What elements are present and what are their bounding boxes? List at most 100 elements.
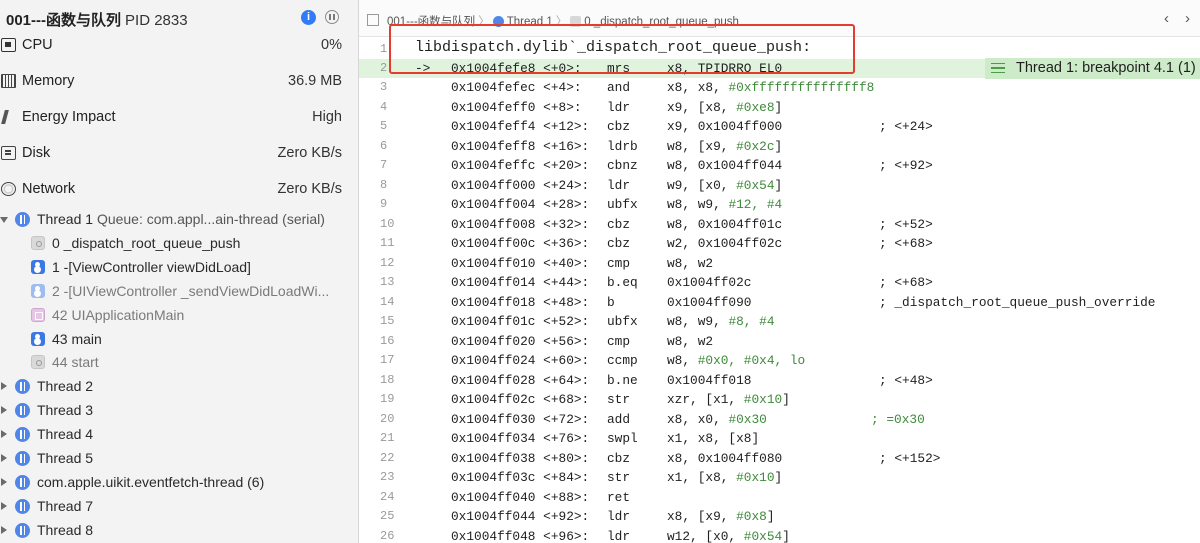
disclosure-triangle-icon[interactable]: [1, 454, 7, 462]
operands: x8, x0, #0x30: [667, 411, 767, 427]
info-icon[interactable]: i: [301, 10, 316, 25]
stack-frame-row[interactable]: 42 UIApplicationMain: [0, 304, 358, 328]
instruction-address: 0x1004ff024 <+60>:: [451, 353, 590, 368]
gauge-energy[interactable]: Energy Impact High: [0, 103, 358, 139]
line-number: 7: [380, 158, 388, 172]
related-items-icon[interactable]: [367, 14, 379, 26]
instruction-line[interactable]: 12 0x1004ff010 <+40>: cmp w8, w2: [359, 254, 1200, 274]
disclosure-triangle-icon[interactable]: [1, 382, 7, 391]
line-number: 20: [380, 411, 395, 426]
instruction-line[interactable]: 26 0x1004ff048 <+96>: ldr w12, [x0, #0x54]: [359, 527, 1200, 543]
operands: 0x1004ff018: [667, 372, 752, 388]
chevron-right-icon[interactable]: ›: [1185, 10, 1190, 27]
breakpoint-text: Thread 1: breakpoint 4.1 (1): [1016, 60, 1196, 76]
mnemonic: cbz: [607, 450, 631, 466]
thread-row[interactable]: Thread 8: [0, 519, 358, 543]
mnemonic: cbz: [607, 216, 631, 232]
mnemonic: and: [607, 80, 631, 95]
gauge-disk[interactable]: Disk Zero KB/s: [0, 139, 358, 175]
gauge-value: 36.9 MB: [288, 73, 342, 89]
annotation-box: [389, 24, 855, 74]
operands: 0x1004ff02c: [667, 275, 752, 290]
breakpoint-badge[interactable]: Thread 1: breakpoint 4.1 (1): [985, 58, 1200, 79]
comment: ; <+52>: [879, 216, 933, 232]
disclosure-triangle-icon[interactable]: [0, 217, 8, 223]
immediate-value: #0x10: [743, 392, 783, 407]
operands: xzr, [x1, #0x10]: [667, 392, 790, 407]
instruction-address: 0x1004feff0 <+8>:: [451, 99, 582, 115]
thread-row[interactable]: Thread 1 Queue: com.appl...ain-thread (s…: [0, 208, 358, 232]
disclosure-triangle-icon[interactable]: [1, 406, 7, 415]
disclosure-triangle-icon[interactable]: [1, 525, 7, 534]
instruction-line[interactable]: 8 0x1004ff000 <+24>: ldr w9, [x0, #0x54]: [359, 176, 1200, 196]
instruction-line[interactable]: 18 0x1004ff028 <+64>: b.ne 0x1004ff018 ; <+4…: [359, 371, 1200, 391]
thread-row[interactable]: Thread 7: [0, 495, 358, 519]
frame-label: 1 -[ViewController viewDidLoad]: [52, 258, 251, 275]
instruction-line[interactable]: 5 0x1004feff4 <+12>: cbz x9, 0x1004ff000 ; <…: [359, 117, 1200, 137]
mnemonic: ccmp: [607, 353, 638, 368]
instruction-address: 0x1004ff018 <+48>:: [451, 294, 590, 310]
cpu-icon: [1, 38, 16, 52]
process-pid: PID 2833: [125, 12, 188, 29]
line-number: 17: [380, 353, 395, 367]
instruction-line[interactable]: 19 0x1004ff02c <+68>: str xzr, [x1, #0x10]: [359, 390, 1200, 410]
stack-frame-row[interactable]: 43 main: [0, 328, 358, 352]
instruction-address: 0x1004ff028 <+64>:: [451, 372, 590, 388]
instruction-address: 0x1004ff000 <+24>:: [451, 177, 590, 193]
thread-icon: [15, 522, 30, 538]
instruction-line[interactable]: 6 0x1004feff8 <+16>: ldrb w8, [x9, #0x2c]: [359, 137, 1200, 157]
instruction-line[interactable]: 22 0x1004ff038 <+80>: cbz x8, 0x1004ff080 ; …: [359, 449, 1200, 469]
disclosure-triangle-icon[interactable]: [1, 430, 7, 439]
instruction-line[interactable]: 17 0x1004ff024 <+60>: ccmp w8, #0x0, #0x4, …: [359, 351, 1200, 371]
line-number: 12: [380, 255, 395, 270]
instruction-line[interactable]: 4 0x1004feff0 <+8>: ldr x9, [x8, #0xe8]: [359, 98, 1200, 118]
instruction-line[interactable]: 24 0x1004ff040 <+88>: ret: [359, 488, 1200, 508]
frame-label: 0 _dispatch_root_queue_push: [52, 234, 241, 251]
process-header[interactable]: 001---函数与队列 PID 2833 i: [0, 0, 358, 35]
thread-row[interactable]: Thread 5: [0, 447, 358, 471]
operands: w12, [x0, #0x54]: [667, 528, 790, 543]
gauge-cpu[interactable]: CPU 0%: [0, 31, 358, 67]
mnemonic: cbz: [607, 119, 631, 134]
instruction-line[interactable]: 11 0x1004ff00c <+36>: cbz w2, 0x1004ff02c ; …: [359, 234, 1200, 254]
stack-frame-row[interactable]: 1 -[ViewController viewDidLoad]: [0, 256, 358, 280]
instruction-line[interactable]: 7 0x1004feffc <+20>: cbnz w8, 0x1004ff044 ; …: [359, 156, 1200, 176]
line-number: 25: [380, 509, 395, 523]
thread-row[interactable]: Thread 2: [0, 375, 358, 399]
instruction-line[interactable]: 16 0x1004ff020 <+56>: cmp w8, w2: [359, 332, 1200, 352]
instruction-line[interactable]: 3 0x1004fefec <+4>: and x8, x8, #0xffffffff…: [359, 78, 1200, 98]
frame-label: 43 main: [52, 330, 102, 347]
frame-icon: [31, 331, 45, 346]
instruction-line[interactable]: 13 0x1004ff014 <+44>: b.eq 0x1004ff02c ; <+6…: [359, 273, 1200, 293]
instruction-line[interactable]: 20 0x1004ff030 <+72>: add x8, x0, #0x30 ; =0…: [359, 410, 1200, 430]
stack-frame-row[interactable]: 0 _dispatch_root_queue_push: [0, 232, 358, 256]
gauge-label: Memory: [22, 73, 75, 89]
chevron-left-icon[interactable]: ‹: [1164, 10, 1169, 27]
instruction-line[interactable]: 10 0x1004ff008 <+32>: cbz w8, 0x1004ff01c ; …: [359, 215, 1200, 235]
instruction-address: 0x1004ff038 <+80>:: [451, 450, 590, 466]
instruction-line[interactable]: 15 0x1004ff01c <+52>: ubfx w8, w9, #8, #4: [359, 312, 1200, 332]
gauge-network[interactable]: Network Zero KB/s: [0, 175, 358, 211]
gauge-memory[interactable]: Memory 36.9 MB: [0, 67, 358, 103]
thread-row[interactable]: Thread 4: [0, 423, 358, 447]
instruction-line[interactable]: 14 0x1004ff018 <+48>: b 0x1004ff090 ; _dispa…: [359, 293, 1200, 313]
operands: x8, x8, #0xfffffffffffffff8: [667, 80, 875, 95]
mnemonic: str: [607, 470, 631, 485]
disclosure-triangle-icon[interactable]: [1, 501, 7, 510]
instruction-address: 0x1004ff030 <+72>:: [451, 411, 590, 427]
line-number: 16: [380, 333, 395, 348]
immediate-value: #12, #4: [728, 197, 783, 212]
pause-icon[interactable]: [325, 10, 339, 24]
instruction-line[interactable]: 21 0x1004ff034 <+76>: swpl x1, x8, [x8]: [359, 429, 1200, 449]
network-icon: [1, 182, 16, 196]
instruction-address: 0x1004feffc <+20>:: [451, 158, 590, 173]
stack-frame-row[interactable]: 44 start: [0, 351, 358, 375]
disclosure-triangle-icon[interactable]: [1, 477, 7, 486]
instruction-line[interactable]: 25 0x1004ff044 <+92>: ldr x8, [x9, #0x8]: [359, 507, 1200, 527]
stack-frame-row[interactable]: 2 -[UIViewController _sendViewDidLoadWi.…: [0, 280, 358, 304]
comment: ; <+68>: [879, 236, 933, 251]
thread-row[interactable]: Thread 3: [0, 399, 358, 423]
instruction-line[interactable]: 9 0x1004ff004 <+28>: ubfx w8, w9, #12, #4: [359, 195, 1200, 215]
thread-row[interactable]: com.apple.uikit.eventfetch-thread (6): [0, 471, 358, 495]
instruction-line[interactable]: 23 0x1004ff03c <+84>: str x1, [x8, #0x10]: [359, 468, 1200, 488]
